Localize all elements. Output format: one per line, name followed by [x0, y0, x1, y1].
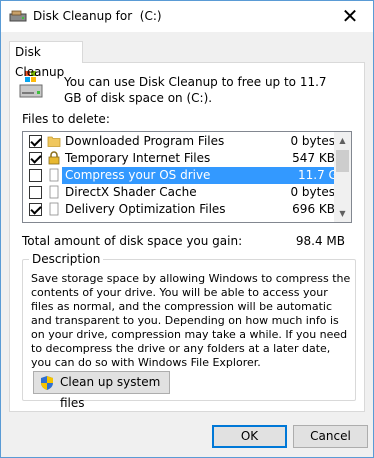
files-to-delete-label: Files to delete:	[22, 112, 110, 126]
file-size: 0 bytes	[290, 185, 335, 199]
list-item[interactable]: DirectX Shader Cache 0 bytes	[23, 184, 335, 201]
window-title: Disk Cleanup for (C:)	[33, 9, 162, 23]
list-item[interactable]: Compress your OS drive 11.7 GB	[23, 167, 347, 184]
disk-cleanup-window: Disk Cleanup for (C:) ✕ Disk Cleanup You…	[0, 0, 374, 458]
checkbox[interactable]	[29, 186, 42, 199]
scroll-thumb[interactable]	[336, 150, 349, 172]
file-name: Downloaded Program Files	[65, 134, 225, 148]
disk-cleanup-icon	[9, 10, 27, 22]
file-size: 547 KB	[292, 151, 335, 165]
file-icon	[49, 168, 59, 182]
file-name: Delivery Optimization Files	[65, 202, 226, 216]
intro-text: You can use Disk Cleanup to free up to 1…	[64, 75, 327, 105]
file-size: 696 KB	[292, 202, 335, 216]
lock-icon	[48, 151, 60, 165]
file-size: 0 bytes	[290, 134, 335, 148]
scroll-up-icon[interactable]: ▲	[334, 132, 351, 149]
file-name: Temporary Internet Files	[65, 151, 211, 165]
close-button[interactable]: ✕	[327, 1, 373, 32]
clean-up-system-files-button[interactable]: Clean up system files	[33, 371, 170, 410]
file-name: DirectX Shader Cache	[65, 185, 197, 199]
file-icon	[49, 202, 59, 216]
title-bar: Disk Cleanup for (C:) ✕	[1, 1, 373, 32]
folder-icon	[47, 136, 61, 147]
checkbox[interactable]	[29, 152, 42, 165]
list-item[interactable]: Downloaded Program Files 0 bytes	[23, 133, 335, 150]
total-gain-label: Total amount of disk space you gain:	[22, 234, 243, 248]
list-item[interactable]: Temporary Internet Files 547 KB	[23, 150, 335, 167]
close-icon: ✕	[341, 4, 359, 28]
total-gain-value: 98.4 MB	[295, 234, 345, 248]
file-name: Compress your OS drive	[62, 167, 332, 184]
cancel-button[interactable]: Cancel	[293, 425, 368, 448]
checkbox[interactable]	[29, 135, 42, 148]
file-icon	[49, 185, 59, 199]
list-scrollbar[interactable]: ▲ ▼	[334, 132, 351, 222]
checkbox[interactable]	[29, 169, 42, 182]
shield-icon	[41, 376, 53, 390]
file-size: 11.7 GB	[295, 167, 347, 184]
list-item[interactable]: Delivery Optimization Files 696 KB	[23, 201, 335, 218]
scroll-down-icon[interactable]: ▼	[334, 205, 351, 222]
description-legend: Description	[29, 252, 104, 266]
checkbox[interactable]	[29, 203, 42, 216]
ok-button[interactable]: OK	[212, 425, 287, 448]
description-text: Save storage space by allowing Windows t…	[31, 272, 351, 369]
files-listbox[interactable]: Downloaded Program Files 0 bytes Tempora…	[22, 131, 352, 223]
tab-disk-cleanup[interactable]: Disk Cleanup	[9, 41, 83, 79]
